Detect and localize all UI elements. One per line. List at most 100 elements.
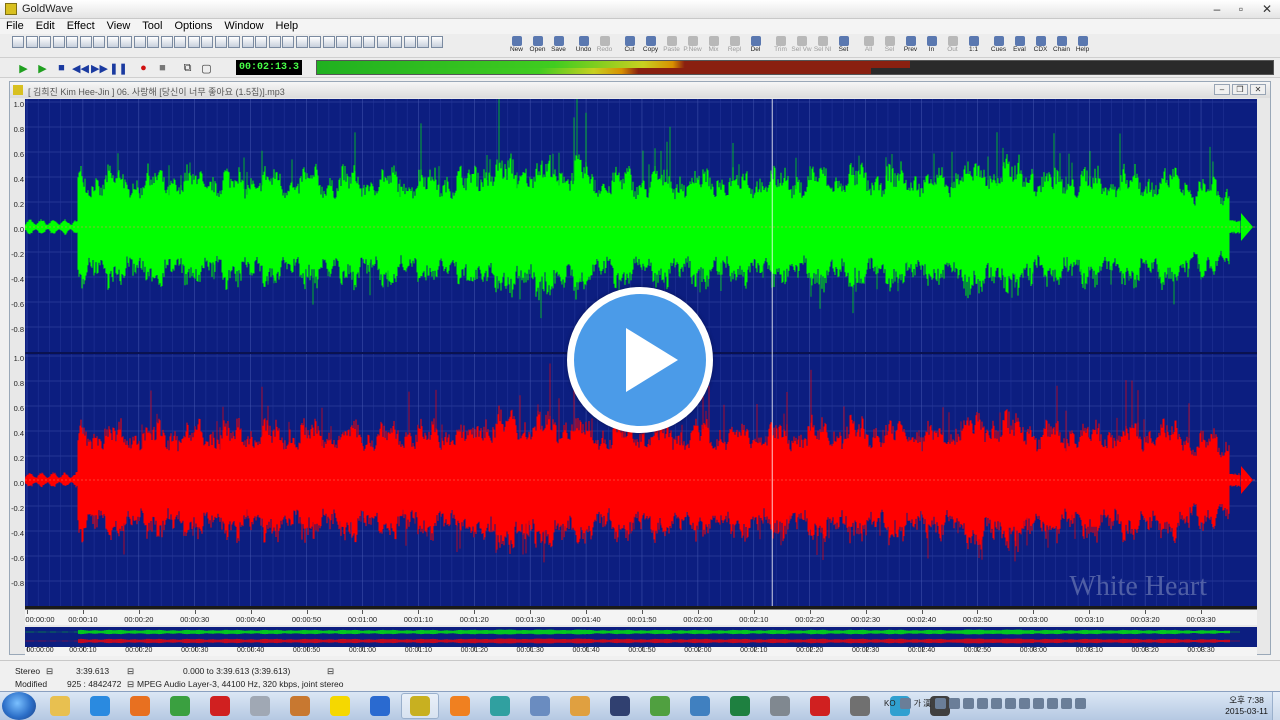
effect-tool-button[interactable] — [241, 36, 254, 48]
toolbar-button-del[interactable]: Del — [745, 35, 766, 57]
taskbar-app-settings[interactable] — [841, 693, 879, 719]
toolbar-button-help[interactable]: Help — [1072, 35, 1093, 57]
child-close-button[interactable]: ✕ — [1250, 84, 1266, 95]
effect-tool-button[interactable] — [214, 36, 227, 48]
toolbar-button-chain[interactable]: Chain — [1051, 35, 1072, 57]
video-play-button[interactable] — [567, 287, 713, 433]
toolbar-button-p-new[interactable]: P.New — [682, 35, 703, 57]
effect-tool-button[interactable] — [174, 36, 186, 48]
effect-tool-button[interactable] — [255, 36, 267, 48]
taskbar-app-leaf[interactable] — [641, 693, 679, 719]
effect-tool-button[interactable] — [106, 36, 119, 48]
play-selection-button[interactable]: ▶ — [33, 61, 52, 75]
taskbar-app-orange[interactable] — [441, 693, 479, 719]
input-language[interactable]: KO — [884, 699, 896, 708]
effect-tool-button[interactable] — [430, 36, 443, 48]
goldwave-app-icon[interactable] — [5, 3, 17, 15]
effect-tool-button[interactable] — [25, 36, 38, 48]
effect-tool-button[interactable] — [336, 36, 348, 48]
effect-tool-button[interactable] — [403, 36, 416, 48]
effect-tool-button[interactable] — [52, 36, 65, 48]
toolbar-button-sel[interactable]: Sel — [879, 35, 900, 57]
toolbar-button-out[interactable]: Out — [942, 35, 963, 57]
overview-waveform[interactable] — [25, 627, 1257, 647]
toolbar-button-eval[interactable]: Eval — [1009, 35, 1030, 57]
close-button[interactable]: ✕ — [1254, 0, 1280, 17]
ime-mode-text[interactable]: 가 漢 — [914, 698, 932, 709]
tray-app-icon[interactable] — [1033, 698, 1045, 709]
settings-icon[interactable] — [949, 698, 961, 709]
toolbar-button-undo[interactable]: Undo — [573, 35, 594, 57]
clock[interactable]: 오후 7:38 2015-03-11 — [1225, 695, 1268, 717]
toolbar-button-sel-nl[interactable]: Sel Nl — [812, 35, 833, 57]
child-minimize-button[interactable]: – — [1214, 84, 1230, 95]
menu-options[interactable]: Options — [168, 19, 218, 34]
tray-app-icon[interactable] — [1005, 698, 1017, 709]
taskbar-chrome[interactable] — [161, 693, 199, 719]
effect-tool-button[interactable] — [309, 36, 321, 48]
effect-tool-button[interactable] — [349, 36, 362, 48]
taskbar-app-disk[interactable] — [681, 693, 719, 719]
effect-tool-button[interactable] — [268, 36, 281, 48]
taskbar-app-m[interactable] — [361, 693, 399, 719]
taskbar-app-palette[interactable] — [561, 693, 599, 719]
effect-tool-button[interactable] — [363, 36, 375, 48]
effect-tool-button[interactable] — [390, 36, 402, 48]
effect-tool-button[interactable] — [295, 36, 308, 48]
menu-effect[interactable]: Effect — [61, 19, 101, 34]
effect-tool-button[interactable] — [417, 36, 429, 48]
ime-icon[interactable] — [899, 698, 911, 709]
taskbar-app-gray[interactable] — [241, 693, 279, 719]
taskbar-kakaotalk[interactable] — [321, 693, 359, 719]
toolbar-button-sel-vw[interactable]: Sel Vw — [791, 35, 812, 57]
fast-forward-button[interactable]: ▶▶ — [90, 61, 109, 75]
taskbar-opera[interactable] — [201, 693, 239, 719]
toolbar-button-paste[interactable]: Paste — [661, 35, 682, 57]
toolbar-button-all[interactable]: All — [858, 35, 879, 57]
tray-app-icon[interactable] — [963, 698, 975, 709]
menu-view[interactable]: View — [101, 19, 137, 34]
menu-file[interactable]: File — [0, 19, 30, 34]
record-stop-button[interactable]: ■ — [153, 61, 172, 75]
flag-icon[interactable] — [1075, 698, 1087, 709]
rewind-button[interactable]: ◀◀ — [71, 61, 90, 75]
taskbar-app-gear-doc[interactable] — [761, 693, 799, 719]
menu-help[interactable]: Help — [270, 19, 305, 34]
toolbar-button-open[interactable]: Open — [527, 35, 548, 57]
pause-button[interactable]: ❚❚ — [109, 61, 128, 75]
overview-canvas[interactable] — [25, 627, 1257, 647]
effect-tool-button[interactable] — [93, 36, 105, 48]
volume-icon[interactable] — [1061, 698, 1073, 709]
toolbar-button-cdx[interactable]: CDX — [1030, 35, 1051, 57]
effect-tool-button[interactable] — [120, 36, 132, 48]
taskbar-internet-explorer[interactable] — [81, 693, 119, 719]
toolbar-button-copy[interactable]: Copy — [640, 35, 661, 57]
effect-tool-button[interactable] — [39, 36, 51, 48]
menu-tool[interactable]: Tool — [136, 19, 168, 34]
stop-button[interactable]: ■ — [52, 61, 71, 75]
help-icon[interactable] — [935, 698, 947, 709]
toolbar-button-mix[interactable]: Mix — [703, 35, 724, 57]
menu-window[interactable]: Window — [218, 19, 269, 34]
toolbar-button-cues[interactable]: Cues — [988, 35, 1009, 57]
tray-app-icon[interactable] — [977, 698, 989, 709]
effect-tool-button[interactable] — [201, 36, 213, 48]
menu-edit[interactable]: Edit — [30, 19, 61, 34]
effect-tool-button[interactable] — [133, 36, 146, 48]
effect-tool-button[interactable] — [187, 36, 200, 48]
toolbar-button-cut[interactable]: Cut — [619, 35, 640, 57]
taskbar-app-teal[interactable] — [481, 693, 519, 719]
toolbar-button-in[interactable]: In — [921, 35, 942, 57]
record-button[interactable]: ● — [134, 61, 153, 75]
effect-tool-button[interactable] — [79, 36, 92, 48]
start-button[interactable] — [2, 692, 36, 720]
child-restore-button[interactable]: ❐ — [1232, 84, 1248, 95]
effect-tool-button[interactable] — [66, 36, 78, 48]
taskbar-app-pen[interactable] — [521, 693, 559, 719]
effect-tool-button[interactable] — [160, 36, 173, 48]
taskbar-goldwave[interactable] — [401, 693, 439, 719]
toolbar-button-redo[interactable]: Redo — [594, 35, 615, 57]
toolbar-button-repl[interactable]: Repl — [724, 35, 745, 57]
show-desktop-button[interactable] — [1272, 692, 1280, 720]
toolbar-button-set[interactable]: Set — [833, 35, 854, 57]
